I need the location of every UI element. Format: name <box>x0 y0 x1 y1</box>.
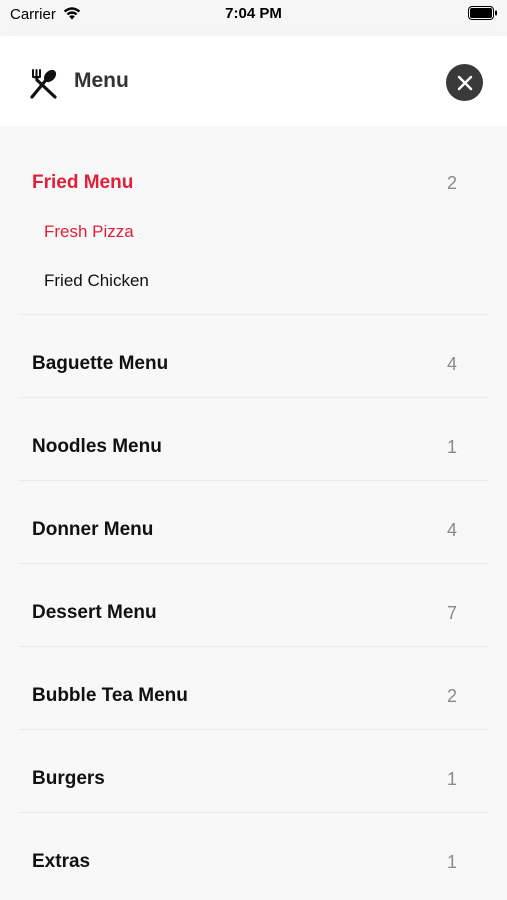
menu-header: Menu <box>0 36 507 126</box>
category-bubble-tea-menu[interactable]: Bubble Tea Menu 2 <box>0 676 507 716</box>
divider <box>18 397 489 398</box>
category-label: Dessert Menu <box>32 602 157 623</box>
category-label: Donner Menu <box>32 519 154 540</box>
fork-spoon-icon <box>28 68 60 100</box>
category-count: 7 <box>446 603 457 623</box>
divider <box>18 812 489 813</box>
divider <box>18 314 489 315</box>
battery-icon <box>468 6 498 25</box>
category-label: Bubble Tea Menu <box>32 685 188 706</box>
category-count: 1 <box>446 437 457 457</box>
category-label: Noodles Menu <box>32 436 162 457</box>
category-donner-menu[interactable]: Donner Menu 4 <box>0 510 507 550</box>
category-count: 4 <box>446 520 457 540</box>
divider <box>18 480 489 481</box>
category-dessert-menu[interactable]: Dessert Menu 7 <box>0 593 507 633</box>
status-bar: Carrier 7:04 PM <box>0 0 507 30</box>
category-noodles-menu[interactable]: Noodles Menu 1 <box>0 427 507 467</box>
close-icon <box>457 75 472 90</box>
subcategory-fresh-pizza[interactable]: Fresh Pizza <box>44 217 134 247</box>
category-list: Fried Menu 2 Fresh Pizza Fried Chicken B… <box>0 126 507 900</box>
category-baguette-menu[interactable]: Baguette Menu 4 <box>0 344 507 384</box>
subcategory-fried-chicken[interactable]: Fried Chicken <box>44 266 149 296</box>
category-count: 4 <box>446 354 457 374</box>
category-label: Burgers <box>32 768 105 789</box>
divider <box>18 646 489 647</box>
category-label: Extras <box>32 851 91 872</box>
category-count: 2 <box>446 686 457 706</box>
category-label: Fried Menu <box>32 172 134 193</box>
status-time: 7:04 PM <box>225 5 282 22</box>
category-fried-menu[interactable]: Fried Menu 2 <box>0 163 507 203</box>
category-count: 2 <box>446 173 457 193</box>
divider <box>18 729 489 730</box>
category-extras[interactable]: Extras 1 <box>0 842 507 882</box>
close-button[interactable] <box>446 64 483 101</box>
menu-title: Menu <box>74 69 129 92</box>
divider <box>18 563 489 564</box>
category-burgers[interactable]: Burgers 1 <box>0 759 507 799</box>
category-label: Baguette Menu <box>32 353 169 374</box>
category-count: 1 <box>446 769 457 789</box>
category-count: 1 <box>446 852 457 872</box>
